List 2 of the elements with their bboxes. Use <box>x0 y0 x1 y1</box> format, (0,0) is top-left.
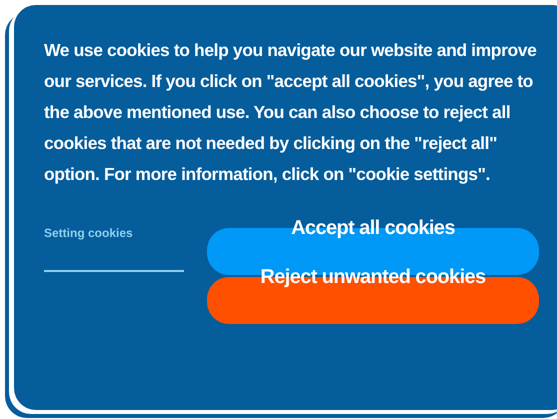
cookie-message: We use cookies to help you navigate our website and improve our services. If you click on "accept all cookies", you agree to the above mentioned use. You can also choose to reject all cookies that are not needed by clicking on the "reject all" option. For more information, click on "cookie settings". <box>44 39 538 186</box>
settings-link[interactable]: Setting cookies <box>44 226 133 240</box>
